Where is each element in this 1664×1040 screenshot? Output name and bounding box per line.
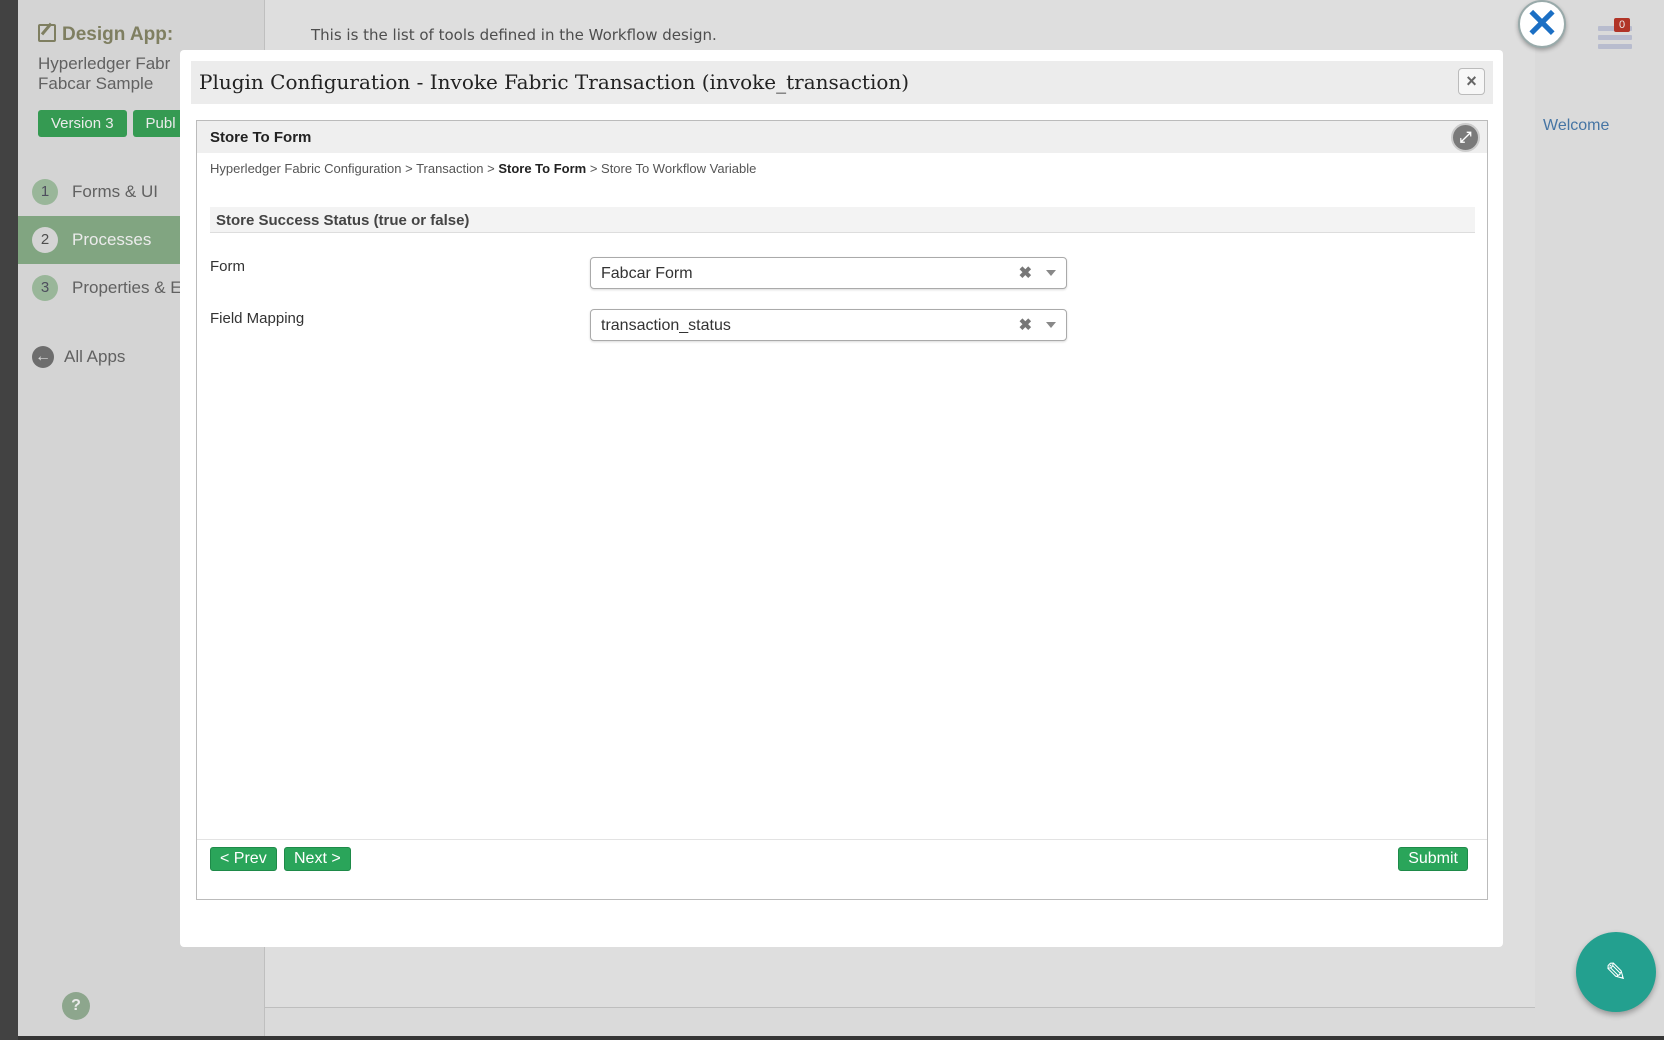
breadcrumb-next: > Store To Workflow Variable — [586, 161, 757, 176]
breadcrumb-path: Hyperledger Fabric Configuration > Trans… — [210, 161, 499, 176]
form-field-label: Form — [210, 258, 245, 275]
section-header: Store Success Status (true or false) — [210, 207, 1475, 233]
field-mapping-value: transaction_status — [601, 317, 731, 334]
dialog-close-button[interactable]: × — [1458, 68, 1485, 95]
dialog-header: Plugin Configuration - Invoke Fabric Tra… — [191, 61, 1493, 104]
config-panel: Store To Form ⤢ Hyperledger Fabric Confi… — [196, 120, 1488, 900]
pencil-icon: ✎ — [1605, 956, 1627, 987]
chevron-down-icon[interactable] — [1046, 270, 1056, 276]
panel-title: Store To Form — [210, 129, 312, 146]
expand-icon[interactable]: ⤢ — [1451, 123, 1480, 152]
field-mapping-label: Field Mapping — [210, 310, 305, 327]
close-overlay-button[interactable]: ✕ — [1518, 0, 1566, 48]
dialog-title: Plugin Configuration - Invoke Fabric Tra… — [199, 70, 910, 94]
next-button[interactable]: Next > — [284, 847, 351, 871]
edit-fab-button[interactable]: ✎ — [1576, 932, 1656, 1012]
clear-icon[interactable]: ✖ — [1019, 263, 1032, 283]
field-mapping-select[interactable]: transaction_status ✖ — [590, 309, 1067, 341]
breadcrumb: Hyperledger Fabric Configuration > Trans… — [210, 161, 756, 176]
chevron-down-icon[interactable] — [1046, 322, 1056, 328]
breadcrumb-current: Store To Form — [498, 161, 587, 176]
prev-button[interactable]: < Prev — [210, 847, 277, 871]
submit-button[interactable]: Submit — [1398, 847, 1468, 871]
panel-header: Store To Form ⤢ — [197, 121, 1487, 153]
form-select-value: Fabcar Form — [601, 265, 693, 282]
close-icon: ✕ — [1525, 2, 1559, 46]
clear-icon[interactable]: ✖ — [1019, 315, 1032, 335]
plugin-config-dialog: Plugin Configuration - Invoke Fabric Tra… — [180, 50, 1503, 947]
section-title: Store Success Status (true or false) — [216, 212, 470, 229]
form-select[interactable]: Fabcar Form ✖ — [590, 257, 1067, 289]
footer-divider — [197, 839, 1487, 840]
